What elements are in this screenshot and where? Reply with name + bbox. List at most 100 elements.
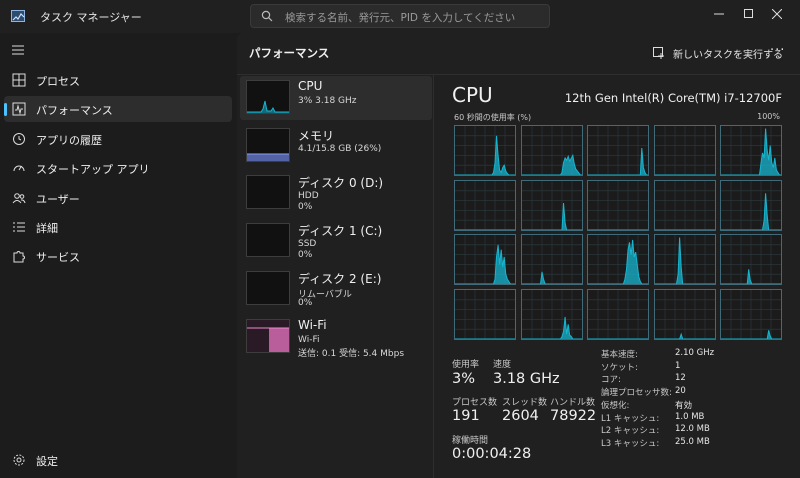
logical-processor-graph [653,288,716,340]
logical-processor-graph [587,179,649,231]
spec-label: 論理プロセッサ数: [601,388,672,399]
wifi-thumbnail [246,319,290,353]
sidebar-item-label: サービス [36,251,80,264]
logical-processor-graph [587,125,649,176]
graph-label: 60 秒間の使用率 (%) [454,113,532,122]
spec-label: ソケット: [601,362,638,373]
device-item-disk2[interactable]: ディスク 2 (E:) リムーバブル 0% [240,267,432,311]
more-options-button[interactable]: ··· [770,43,785,58]
sidebar-item-details[interactable]: 詳細 [4,214,232,240]
handles-value: 78922 [550,408,597,424]
cpu-title: CPU [452,83,493,107]
logical-processor-graph [587,288,649,340]
new-task-icon [653,47,664,59]
sidebar-item-label: 設定 [36,455,58,468]
device-name: ディスク 2 (E:) [298,272,382,286]
device-item-cpu[interactable]: CPU 3% 3.18 GHz [240,76,432,120]
minimize-icon [714,13,724,15]
active-indicator [4,103,7,116]
history-icon [13,133,25,145]
logical-processor-graph [653,125,716,176]
usage-label: 使用率 [452,360,480,370]
users-icon [12,193,26,204]
spec-value: 12.0 MB [675,424,710,435]
logical-processor-graph [454,234,516,285]
sidebar-item-services[interactable]: サービス [4,243,232,269]
device-name: ディスク 0 (D:) [298,176,384,190]
logical-processor-graph [454,179,516,231]
disk0-thumbnail [246,175,290,209]
cpu-detail-panel: CPU 12th Gen Intel(R) Core(TM) i7-12700F… [433,75,800,478]
speed-value: 3.18 GHz [493,371,560,387]
logical-processor-graph [720,288,782,340]
logical-processor-graph [720,179,782,231]
logical-processor-graph [587,234,649,285]
search-input[interactable]: 検索する名前、発行元、PID を入力してください [250,4,550,28]
uptime-value: 0:00:04:28 [452,446,532,462]
sidebar-item-label: アプリの履歴 [36,134,102,147]
sidebar-item-startup-apps[interactable]: スタートアップ アプリ [4,155,232,181]
maximize-icon [744,9,753,18]
new-task-button[interactable]: 新しいタスクを実行する [653,43,783,63]
device-name: Wi-Fi [298,318,327,332]
page-title: パフォーマンス [249,46,330,60]
sidebar: プロセス パフォーマンス アプリの履歴 スタートアップ アプリ ユーザー 詳細 … [0,33,237,478]
spec-value: 1 [675,360,681,371]
puzzle-icon [13,251,25,263]
task-manager-icon [11,10,25,22]
spec-label: L1 キャッシュ: [601,413,660,424]
disk2-thumbnail [246,271,290,305]
spec-value: 25.0 MB [675,436,710,447]
cpu-model: 12th Gen Intel(R) Core(TM) i7-12700F [564,91,782,105]
device-stat: 送信: 0.1 受信: 5.4 Mbps [298,349,405,359]
grid-icon [12,73,26,87]
spec-label: 基本速度: [601,350,638,360]
cpu-thumbnail [246,80,290,114]
spec-label: 仮想化: [601,400,630,411]
sidebar-item-label: パフォーマンス [36,104,113,117]
sidebar-item-performance[interactable]: パフォーマンス [4,96,232,122]
graph-max-label: 100% [757,112,780,121]
logical-processor-graph [720,125,782,176]
device-name: ディスク 1 (C:) [298,224,383,238]
logical-processor-graph [454,125,516,176]
sidebar-item-users[interactable]: ユーザー [4,185,232,211]
title-bar: タスク マネージャー 検索する名前、発行元、PID を入力してください [0,0,800,33]
device-item-wifi[interactable]: Wi-Fi Wi-Fi 送信: 0.1 受信: 5.4 Mbps [240,315,432,359]
sidebar-item-app-history[interactable]: アプリの履歴 [4,126,232,152]
handles-label: ハンドル数 [550,398,596,408]
pulse-icon [12,102,26,116]
device-name: メモリ [298,129,335,143]
sidebar-item-processes[interactable]: プロセス [4,67,232,93]
device-item-disk1[interactable]: ディスク 1 (C:) SSD 0% [240,219,432,263]
sidebar-item-label: プロセス [36,75,80,88]
logical-processor-graph [653,234,716,285]
hamburger-menu-icon[interactable] [12,45,24,55]
device-item-memory[interactable]: メモリ 4.1/15.8 GB (26%) [240,124,432,168]
sidebar-item-label: スタートアップ アプリ [36,163,150,176]
logical-processor-graph [720,234,782,285]
logical-processor-graph [653,179,716,231]
search-placeholder: 検索する名前、発行元、PID を入力してください [285,12,516,24]
spec-label: L2 キャッシュ: [601,426,660,437]
processes-label: プロセス数 [452,398,498,408]
memory-thumbnail [246,128,290,162]
spec-value: 2.10 GHz [675,348,715,358]
device-item-disk0[interactable]: ディスク 0 (D:) HDD 0% [240,171,432,215]
speedometer-icon [13,165,25,172]
device-name: CPU [298,79,323,93]
close-button[interactable] [754,0,800,28]
gear-icon [13,454,25,466]
disk1-thumbnail [246,223,290,257]
device-list: CPU 3% 3.18 GHz メモリ 4.1/15.8 GB (26%) ディ… [237,75,433,478]
close-icon [772,9,782,19]
spec-label: コア: [601,375,621,386]
logical-processor-graph [454,288,516,340]
sidebar-item-settings[interactable]: 設定 [4,447,232,473]
spec-value: 有効 [675,400,693,411]
logical-processor-graph [520,234,583,285]
sidebar-item-label: ユーザー [36,193,80,206]
device-type: SSD [298,239,317,249]
processes-value: 191 [452,408,480,424]
uptime-label: 稼働時間 [452,436,489,446]
